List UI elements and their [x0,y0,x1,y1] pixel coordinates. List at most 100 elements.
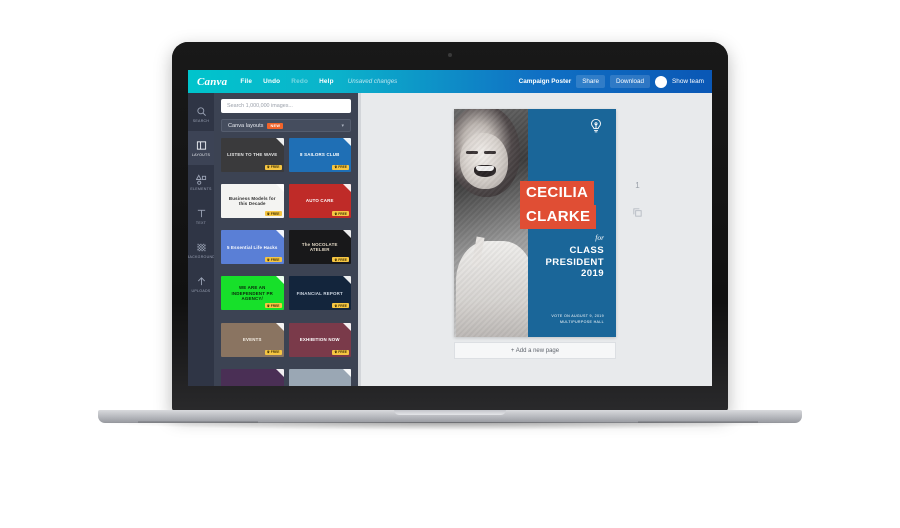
free-badge: ♛ FREE [264,164,282,170]
avatar[interactable] [655,75,668,88]
toolbar-right: Campaign Poster Share Download Show team [519,75,712,88]
page-curl-icon [275,322,284,331]
menu-item-redo[interactable]: Redo [291,78,308,85]
candidate-first-name[interactable]: CECILIA [520,181,595,205]
page-curl-icon [275,138,284,146]
poster-photo[interactable] [454,109,528,337]
page-curl-icon [343,322,351,331]
template-title: EXHIBITION NOW [299,336,340,342]
sidebar-item-uploads[interactable]: UPLOADS [188,267,214,301]
page-curl-icon [343,276,351,285]
footer-line-1: VOTE ON AUGUST 9, 2019 [551,314,604,319]
sidebar-label-elements: ELEMENTS [190,186,212,191]
sidebar-item-text[interactable]: TEXT [188,199,214,233]
template-thumbnail[interactable]: LISTEN TO THE WAVE ♛ FREE [221,138,284,172]
search-input[interactable]: Search 1,000,000 images... [221,99,351,113]
free-label: FREE [338,165,347,170]
sidebar-item-elements[interactable]: ELEMENTS [188,165,214,199]
footer-line-2: MULTIPURPOSE HALL [559,319,604,324]
menu-bar: File Undo Redo Help [240,78,333,85]
upload-icon [196,276,207,287]
free-label: FREE [338,303,347,308]
template-thumbnail[interactable]: Business Models for this Decade ♛ FREE [221,184,284,219]
connector-text[interactable]: for [595,233,604,242]
menu-item-undo[interactable]: Undo [263,78,280,85]
crown-icon: ♛ [334,350,338,355]
app-toolbar: Canva File Undo Redo Help Unsaved change… [188,70,712,93]
page-controls: 1 [632,181,643,218]
text-icon [196,208,207,219]
menu-item-file[interactable]: File [240,78,252,85]
webcam-icon [448,53,452,57]
crown-icon: ♛ [266,257,270,262]
free-badge: ♛ FREE [264,211,282,217]
free-label: FREE [338,211,347,216]
layout-category-select[interactable]: Canva layouts NEW ▾ [221,119,351,132]
sidebar-item-layouts[interactable]: LAYOUTS [188,131,214,165]
office-line-1: CLASS [569,245,604,256]
layout-category-label: Canva layouts [228,122,264,129]
template-title: 8 SAILORS CLUB [300,152,340,158]
sidebar-item-search[interactable]: SEARCH [188,97,214,131]
sidebar-item-background[interactable]: BACKGROUND [188,233,215,267]
sidebar-label-search: SEARCH [192,118,210,123]
template-thumbnail[interactable]: The NOCOLATE ATELIER ♛ FREE [288,230,351,265]
share-button[interactable]: Share [576,75,605,88]
canvas-area: 1 CECILIA CLARKE for CLASS PRESIDENT 201… [358,93,712,386]
laptop-lid: Canva File Undo Redo Help Unsaved change… [172,42,728,413]
sidebar-label-layouts: LAYOUTS [191,152,211,157]
background-icon [196,242,207,253]
page-curl-icon [275,184,284,193]
template-thumbnail[interactable] [221,368,284,386]
free-label: FREE [270,165,280,170]
template-thumbnail[interactable]: 5 Essential Life Hacks ♛ FREE [221,230,284,265]
poster-footer[interactable]: VOTE ON AUGUST 9, 2019 MULTIPURPOSE HALL [551,314,604,325]
page-curl-icon [275,368,284,377]
base-notch [394,410,506,415]
template-thumbnail[interactable]: WE ARE AN INDEPENDENT PR AGENCY/♛ FREE [221,276,284,311]
free-label: FREE [270,211,280,216]
new-badge: NEW [267,122,284,129]
template-thumbnail[interactable]: EVENTS ♛ FREE [221,322,284,357]
template-title: WE ARE AN INDEPENDENT PR AGENCY/ [231,285,274,302]
template-thumbnail[interactable]: 8 SAILORS CLUB ♛ FREE [288,138,351,172]
template-title: EVENTS [242,336,262,342]
template-title: AUTO CARE [305,198,334,204]
crown-icon: ♛ [266,211,270,216]
page-curl-icon [275,230,284,239]
free-badge: ♛ FREE [332,303,349,309]
download-button[interactable]: Download [610,75,651,88]
show-team-button[interactable]: Show team [672,78,704,85]
page-wrapper: CECILIA CLARKE for CLASS PRESIDENT 2019 … [454,109,616,359]
template-thumbnail[interactable]: EXHIBITION NOW ♛ FREE [288,322,351,357]
screen: Canva File Undo Redo Help Unsaved change… [188,70,712,386]
sidebar-label-uploads: UPLOADS [191,288,211,293]
template-thumbnail[interactable] [288,368,351,386]
canva-logo[interactable]: Canva [197,76,227,88]
page-curl-icon [275,276,284,285]
scroll-divider [358,93,361,386]
template-title: FINANCIAL REPORT [296,290,343,296]
candidate-last-name[interactable]: CLARKE [520,205,597,229]
add-new-page-button[interactable]: + Add a new page [454,342,616,359]
photo-grain [454,109,528,337]
crown-icon: ♛ [334,303,338,308]
template-thumbnail[interactable]: FINANCIAL REPORT ♛ FREE [288,276,351,311]
poster-design[interactable]: CECILIA CLARKE for CLASS PRESIDENT 2019 … [454,109,616,337]
template-title: Business Models for this Decade [228,195,276,207]
laptop-mockup: Canva File Undo Redo Help Unsaved change… [0,0,900,528]
page-number: 1 [635,181,640,190]
free-badge: ♛ FREE [264,257,282,263]
duplicate-page-icon[interactable] [632,207,643,218]
layouts-icon [196,140,207,151]
document-title[interactable]: Campaign Poster [519,78,572,85]
template-title: LISTEN TO THE WAVE [227,152,278,158]
menu-item-help[interactable]: Help [319,78,334,85]
sidebar-rail: SEARCH LAYOUTS ELEMENTS TEXT BACKGROUND … [188,93,215,386]
template-thumbnail[interactable]: AUTO CARE ♛ FREE [288,184,351,219]
save-status: Unsaved changes [347,78,398,85]
office-text[interactable]: CLASS PRESIDENT 2019 [545,245,604,280]
crown-icon: ♛ [334,257,338,262]
lightbulb-icon [588,118,604,136]
layouts-panel: Search 1,000,000 images... Canva layouts… [214,93,358,386]
